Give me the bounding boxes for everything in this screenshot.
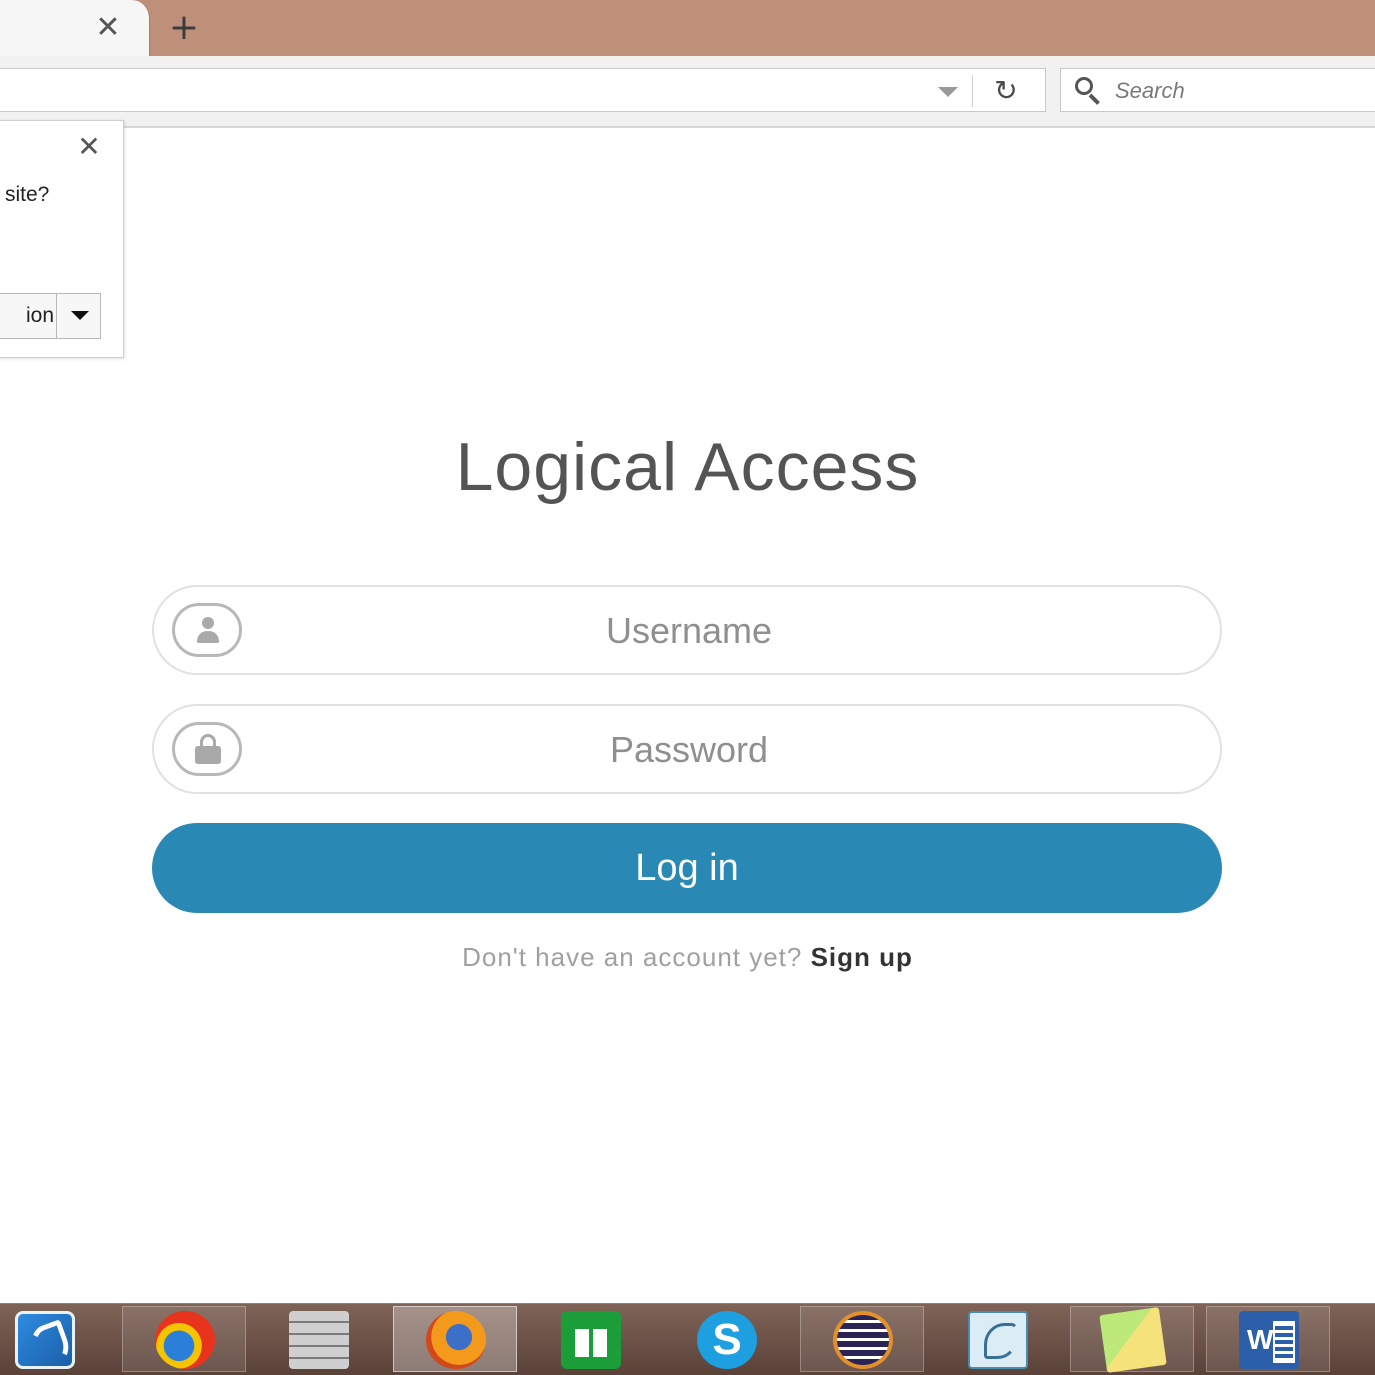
new-tab-icon[interactable]: +: [166, 10, 202, 46]
user-icon: [172, 603, 242, 657]
nav-toolbar: ↻: [0, 56, 1375, 128]
password-field[interactable]: [152, 704, 1222, 794]
taskbar-item-document-app[interactable]: [0, 1306, 124, 1372]
lock-icon: [172, 722, 242, 776]
windows-store-icon: [561, 1311, 621, 1369]
taskbar-item-swirl-app[interactable]: [122, 1306, 246, 1372]
username-input[interactable]: [254, 607, 1124, 655]
search-icon: [1075, 77, 1103, 105]
eclipse-icon: [833, 1311, 893, 1369]
password-input[interactable]: [254, 726, 1124, 774]
search-input[interactable]: [1115, 75, 1365, 107]
browser-tab[interactable]: ✕: [0, 0, 150, 56]
skype-icon: S: [697, 1311, 757, 1369]
mysql-workbench-icon: [968, 1311, 1028, 1369]
screen: ✕ + ↻ ✕ site? ion Logical Access: [0, 0, 1375, 1375]
firefox-icon: [426, 1311, 486, 1369]
login-button[interactable]: Log in: [152, 823, 1222, 913]
word-icon: W: [1239, 1311, 1299, 1369]
url-bar-separator: [972, 75, 973, 107]
popup-action-button: ion: [0, 293, 101, 339]
sticky-notes-icon: [1099, 1307, 1167, 1373]
popup-dropdown-icon[interactable]: [56, 293, 102, 339]
url-bar[interactable]: ↻: [0, 68, 1046, 112]
taskbar-item-firefox[interactable]: [393, 1306, 517, 1372]
tab-close-icon[interactable]: ✕: [92, 12, 124, 44]
taskbar-item-windows-store[interactable]: [528, 1306, 652, 1372]
taskbar-item-skype[interactable]: S: [664, 1306, 788, 1372]
popup-action-label[interactable]: ion: [0, 304, 54, 328]
popup-question: site?: [5, 183, 50, 206]
signup-prompt: Don't have an account yet?: [462, 942, 811, 972]
taskbar: S W: [0, 1303, 1375, 1375]
swirl-app-icon: [155, 1311, 215, 1369]
tab-strip: ✕ +: [0, 0, 1375, 56]
taskbar-item-mysql-workbench[interactable]: [935, 1306, 1059, 1372]
signup-row: Don't have an account yet? Sign up: [0, 942, 1375, 973]
url-history-dropdown-icon[interactable]: [930, 77, 966, 105]
username-field[interactable]: [152, 585, 1222, 675]
search-bar[interactable]: [1060, 68, 1375, 112]
taskbar-item-word[interactable]: W: [1206, 1306, 1330, 1372]
popup-close-icon[interactable]: ✕: [73, 131, 105, 163]
page-title: Logical Access: [455, 429, 920, 505]
reload-icon[interactable]: ↻: [984, 73, 1028, 109]
taskbar-item-eclipse[interactable]: [800, 1306, 924, 1372]
firewall-icon: [289, 1311, 349, 1369]
taskbar-item-sticky-notes[interactable]: [1070, 1306, 1194, 1373]
taskbar-item-firewall[interactable]: [256, 1306, 380, 1372]
document-app-icon: [15, 1311, 75, 1369]
signup-link[interactable]: Sign up: [811, 942, 913, 972]
permission-popup: ✕ site? ion: [0, 120, 124, 358]
